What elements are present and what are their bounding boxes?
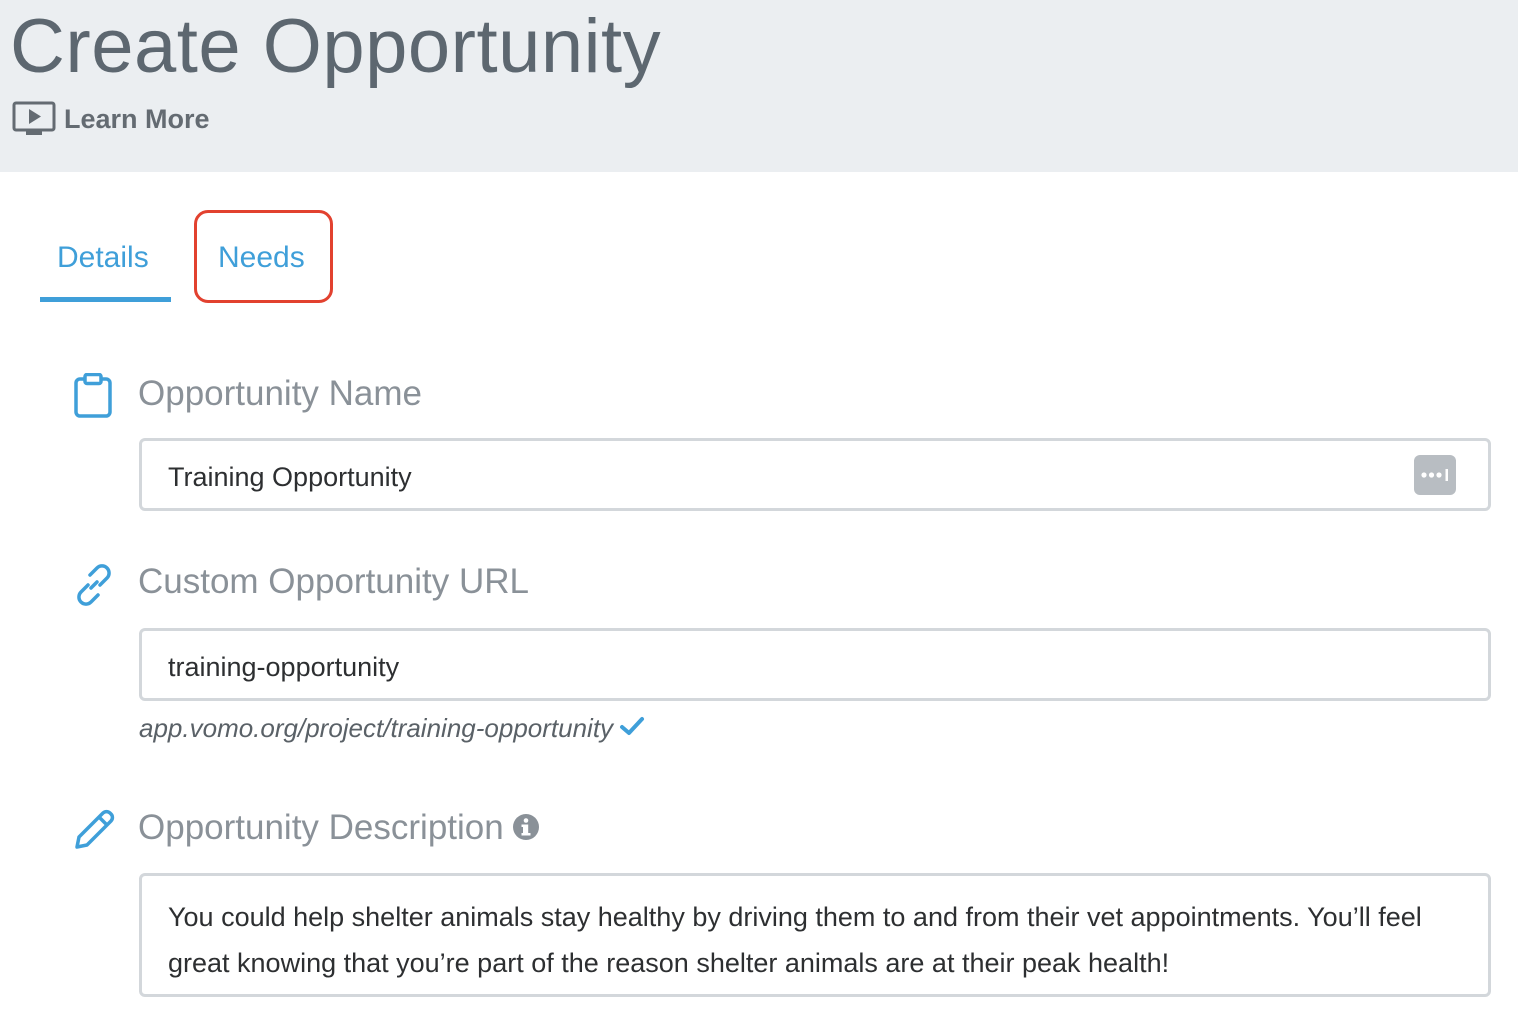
active-tab-indicator bbox=[40, 297, 171, 302]
description-textarea[interactable]: You could help shelter animals stay heal… bbox=[139, 873, 1491, 997]
description-label: Opportunity Description bbox=[138, 808, 504, 847]
video-play-icon bbox=[12, 100, 56, 138]
learn-more-label: Learn More bbox=[64, 104, 210, 134]
description-label-row: Opportunity Description bbox=[138, 806, 540, 852]
url-preview-text: app.vomo.org/project/training-opportunit… bbox=[139, 713, 614, 743]
opportunity-name-value: Training Opportunity bbox=[168, 462, 412, 492]
custom-url-input[interactable]: training-opportunity bbox=[139, 628, 1491, 701]
custom-url-label: Custom Opportunity URL bbox=[138, 562, 529, 601]
opportunity-name-label: Opportunity Name bbox=[138, 374, 423, 413]
tab-details[interactable]: Details bbox=[57, 232, 149, 284]
learn-more-link[interactable]: Learn More bbox=[12, 100, 210, 138]
tab-needs[interactable]: Needs bbox=[218, 232, 305, 284]
url-preview: app.vomo.org/project/training-opportunit… bbox=[139, 711, 645, 745]
clipboard-icon bbox=[72, 372, 116, 424]
more-options-icon[interactable] bbox=[1414, 455, 1456, 495]
pencil-icon bbox=[72, 806, 118, 857]
info-icon[interactable] bbox=[512, 808, 540, 852]
custom-url-value: training-opportunity bbox=[168, 652, 400, 682]
page-title: Create Opportunity bbox=[10, 4, 662, 89]
checkmark-icon bbox=[619, 711, 645, 745]
page-header: Create Opportunity Learn More bbox=[0, 0, 1518, 172]
opportunity-name-input[interactable]: Training Opportunity bbox=[139, 438, 1491, 511]
link-icon bbox=[70, 561, 118, 614]
